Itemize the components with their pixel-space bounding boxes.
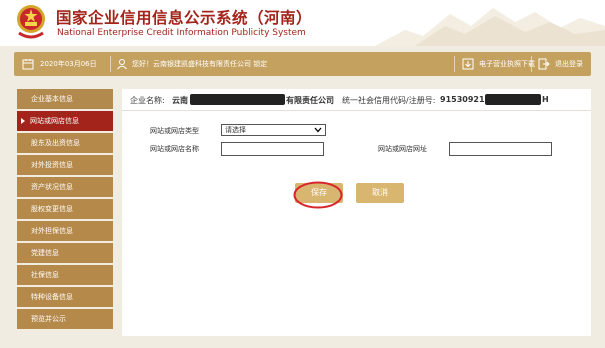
website-type-select[interactable]: 请选择 <box>221 124 326 136</box>
sidebar-item-label: 对外担保信息 <box>31 227 73 235</box>
website-url-input[interactable] <box>449 142 552 156</box>
company-name-suffix: 有限责任公司 <box>286 96 334 105</box>
sidebar-item-guarantee-info[interactable]: 对外担保信息 <box>17 221 113 241</box>
sidebar-item-label: 对外投资信息 <box>31 161 73 169</box>
sidebar-item-label: 党建信息 <box>31 249 59 257</box>
license-download-link[interactable]: 电子营业执照下载 <box>479 59 535 69</box>
highlight-circle <box>293 181 343 209</box>
sidebar-item-asset-info[interactable]: 资产状况信息 <box>17 177 113 197</box>
sidebar-item-label: 企业基本信息 <box>31 95 73 103</box>
website-form: 网站或网店类型 请选择 网站或网店名称 网站或网店网址 <box>122 111 591 171</box>
site-header: 国家企业信用信息公示系统（河南） National Enterprise Cre… <box>0 0 605 46</box>
sidebar-item-website-info[interactable]: 网站或网店信息 <box>17 111 113 131</box>
sidebar-item-special-equipment[interactable]: 特种设备信息 <box>17 287 113 307</box>
website-type-value: 请选择 <box>225 126 246 134</box>
download-icon[interactable] <box>462 58 474 70</box>
chevron-down-icon <box>314 127 322 133</box>
company-name-label: 企业名称: <box>130 96 165 105</box>
sidebar-item-label: 预览并公示 <box>31 315 66 323</box>
active-arrow-icon <box>21 118 25 124</box>
sidebar-item-shareholder-info[interactable]: 股东及出资信息 <box>17 133 113 153</box>
welcome-text: 您好！云南银建凯盛科技有限责任公司 锁定 <box>132 60 268 68</box>
website-url-label: 网站或网店网址 <box>378 145 427 153</box>
sidebar-item-label: 社保信息 <box>31 271 59 279</box>
user-icon <box>117 59 127 70</box>
sidebar-item-label: 网站或网店信息 <box>30 117 79 125</box>
website-name-label: 网站或网店名称 <box>150 145 199 153</box>
logout-link[interactable]: 退出登录 <box>555 59 583 69</box>
company-info-row: 企业名称: 云南 有限责任公司 统一社会信用代码/注册号: 91530921 H <box>122 89 591 111</box>
national-emblem-icon <box>17 5 45 39</box>
logout-icon[interactable] <box>538 58 550 70</box>
sidebar-item-equity-change[interactable]: 股权变更信息 <box>17 199 113 219</box>
website-type-label: 网站或网店类型 <box>150 127 199 135</box>
credit-code-prefix: 91530921 <box>440 95 485 104</box>
redaction-bar <box>190 94 285 105</box>
calendar-icon <box>22 59 34 70</box>
divider <box>110 56 111 72</box>
cancel-button[interactable]: 取消 <box>356 183 404 203</box>
sidebar-item-label: 特种设备信息 <box>31 293 73 301</box>
company-name-prefix: 云南 <box>172 96 188 105</box>
sidebar-item-label: 股权变更信息 <box>31 205 73 213</box>
sidebar-item-party-info[interactable]: 党建信息 <box>17 243 113 263</box>
sidebar-item-label: 股东及出资信息 <box>31 139 80 147</box>
sidebar-item-label: 资产状况信息 <box>31 183 73 191</box>
divider <box>531 56 532 72</box>
website-name-input[interactable] <box>221 142 324 156</box>
main-panel: 企业名称: 云南 有限责任公司 统一社会信用代码/注册号: 91530921 H… <box>122 89 591 336</box>
info-bar: 2020年03月06日 您好！云南银建凯盛科技有限责任公司 锁定 电子营业执照下… <box>14 52 591 76</box>
sidebar-nav: 企业基本信息 网站或网店信息 股东及出资信息 对外投资信息 资产状况信息 股权变… <box>17 89 113 331</box>
sidebar-item-social-security[interactable]: 社保信息 <box>17 265 113 285</box>
mountain-decoration <box>375 8 605 46</box>
sidebar-item-preview-publish[interactable]: 预览并公示 <box>17 309 113 329</box>
system-title: 国家企业信用信息公示系统（河南） <box>56 9 313 27</box>
system-title-en: National Enterprise Credit Information P… <box>57 28 306 38</box>
divider <box>454 56 455 72</box>
sidebar-item-basic-info[interactable]: 企业基本信息 <box>17 89 113 109</box>
credit-code-suffix: H <box>542 95 549 104</box>
sidebar-item-investment-info[interactable]: 对外投资信息 <box>17 155 113 175</box>
current-date: 2020年03月06日 <box>40 60 97 68</box>
credit-code-label: 统一社会信用代码/注册号: <box>342 96 436 105</box>
redaction-bar <box>485 94 541 105</box>
